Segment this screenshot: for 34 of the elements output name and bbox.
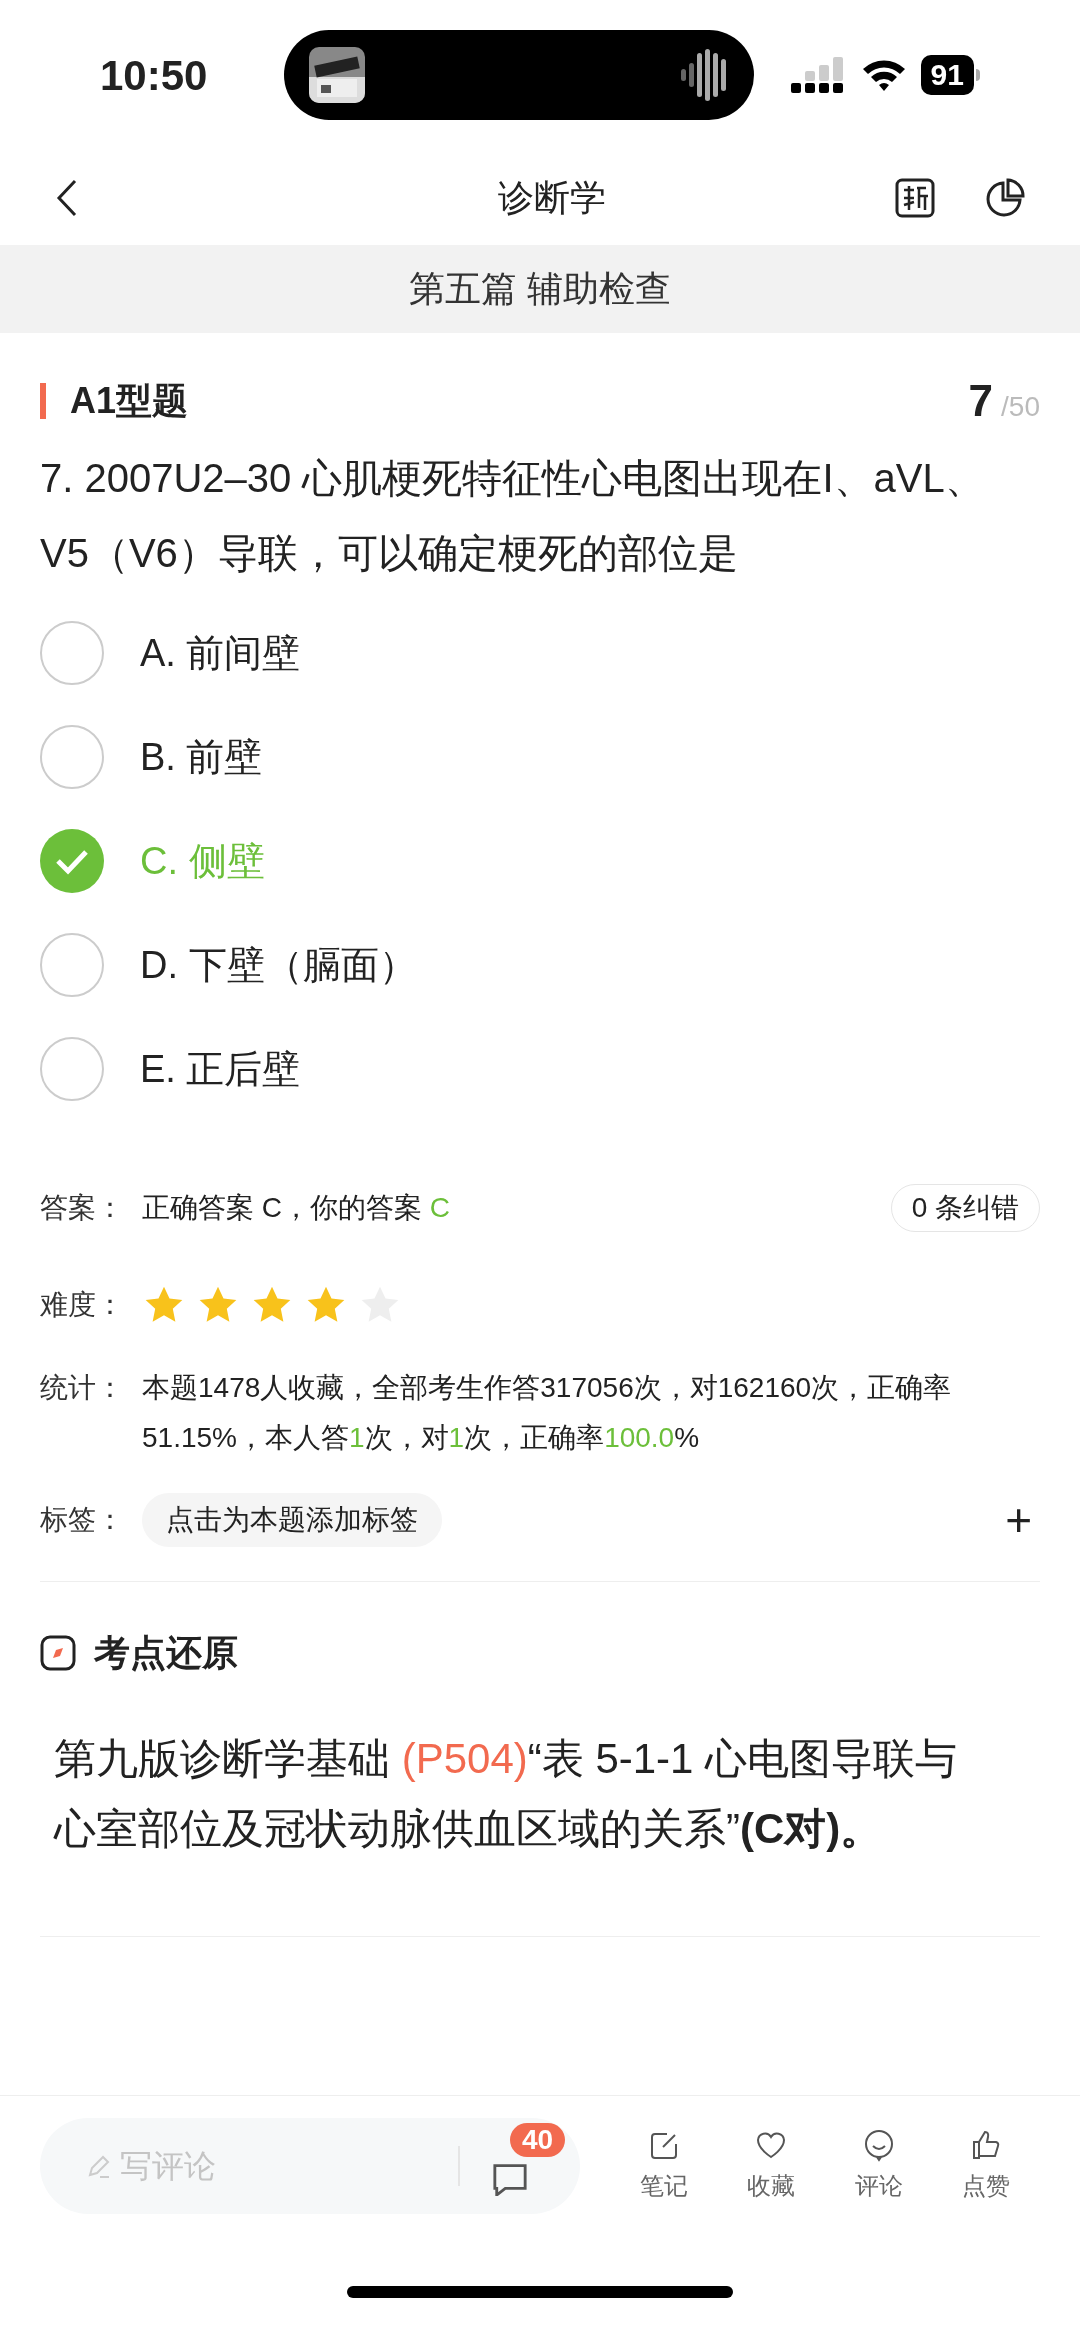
status-time: 10:50 [100, 50, 208, 101]
answer-option[interactable]: B. 前壁 [40, 705, 1040, 809]
question-number: 7 [968, 375, 994, 427]
question-total: /50 [1001, 390, 1040, 424]
point-title: 考点还原 [94, 1631, 238, 1675]
section-title: A1型题 [70, 379, 189, 423]
section-marker [40, 383, 46, 419]
back-icon[interactable] [55, 177, 79, 218]
compass-icon [40, 1635, 76, 1671]
action-button[interactable]: 笔记 [639, 2128, 688, 2204]
check-icon [40, 829, 104, 893]
question-text: 7. 2007U2–30 心肌梗死特征性心电图出现在I、aVL、V5（V6）导联，可以确定梗死的部位是 [40, 455, 986, 577]
answer-option[interactable]: D. 下壁（膈面） [40, 913, 1040, 1017]
pie-chart-icon[interactable] [985, 177, 1025, 218]
answer-label: 答案： [40, 1191, 124, 1225]
stats-label: 统计： [40, 1371, 124, 1405]
nav-title: 诊断学 [498, 175, 606, 220]
comment-count-badge: 40 [510, 2123, 566, 2157]
answer-option[interactable]: E. 正后壁 [40, 1017, 1040, 1121]
action-button[interactable]: 收藏 [747, 2128, 796, 2204]
chapter-bar: 第五篇 辅助检查 [0, 245, 1080, 333]
pencil-icon [86, 2153, 112, 2179]
add-tag-button[interactable]: + [1005, 1497, 1032, 1543]
answer-text: 正确答案 C，你的答案 C [142, 1191, 450, 1225]
tags-label: 标签： [40, 1503, 124, 1537]
waveform-icon [679, 47, 729, 103]
point-text: 第九版诊断学基础 (P504)“表 5-1-1 心电图导联与心室部位及冠状动脉供血区域的关系”(C对)。 [52, 1734, 959, 1854]
stats-text: 本题1478人收藏，全部考生作答317056次，对162160次，正确率51.15%，本人答1次，对1次，正确率100.0% [142, 1371, 953, 1455]
add-tag-field[interactable]: 点击为本题添加标签 [142, 1493, 442, 1547]
action-button[interactable]: 评论 [854, 2128, 903, 2204]
answer-option[interactable]: A. 前间壁 [40, 601, 1040, 705]
battery-icon: 91 [920, 55, 974, 95]
action-button[interactable]: 点赞 [962, 2128, 1011, 2204]
difficulty-label: 难度： [40, 1288, 124, 1322]
